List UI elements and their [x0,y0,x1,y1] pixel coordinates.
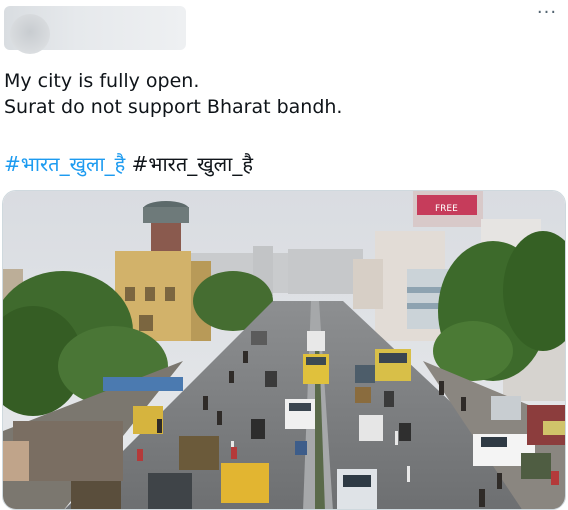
street-photo-illustration: FREE [3,191,565,509]
blurred-author-info [4,6,186,54]
blurred-avatar [10,14,50,54]
hashtag-plain: #भारत_खुला_है [131,152,253,176]
hashtag-link[interactable]: #भारत_खुला_है [4,152,125,176]
hashtag-row: #भारत_खुला_है #भारत_खुला_है [4,150,253,178]
tweet-line-2: Surat do not support Bharat bandh. [4,96,343,118]
tweet-photo[interactable]: FREE [2,190,566,510]
shop-sign-text: FREE [435,204,458,214]
tweet-body: My city is fully open. Surat do not supp… [4,68,554,120]
more-options-icon[interactable]: ··· [534,4,560,26]
tweet-line-1: My city is fully open. [4,70,200,92]
tweet-header: ··· [0,0,568,56]
